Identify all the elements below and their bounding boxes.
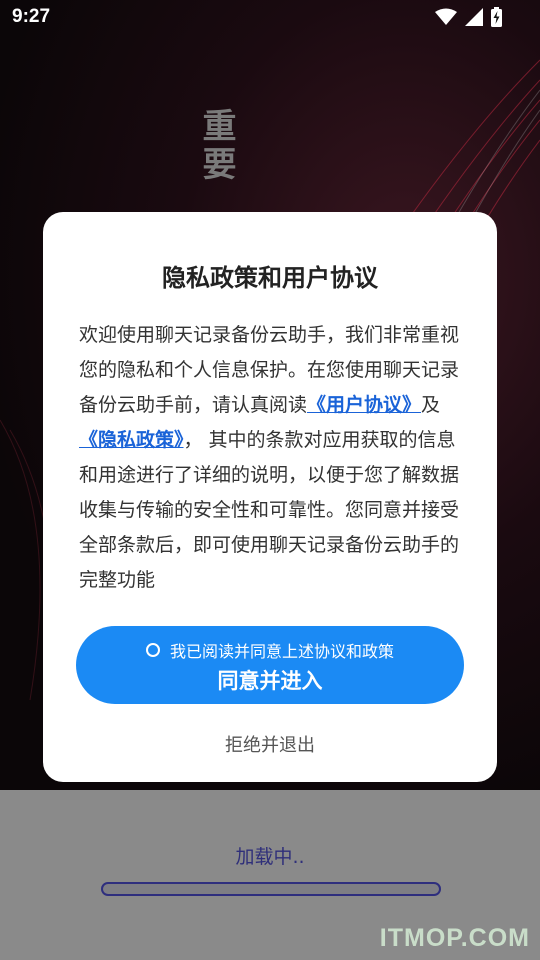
- privacy-policy-link[interactable]: 《隐私政策》: [79, 429, 184, 451]
- body-text-details: ， 其中的条款对应用获取的信息和用途进行了详细的说明，以便于您了解数据收集与传输…: [79, 429, 460, 591]
- status-time: 9:27: [12, 6, 51, 27]
- dialog-body: 欢迎使用聊天记录备份云助手，我们非常重视您的隐私和个人信息保护。在您使用聊天记录…: [79, 318, 463, 598]
- loading-progress-bar: [101, 882, 441, 896]
- privacy-dialog: 隐私政策和用户协议 欢迎使用聊天记录备份云助手，我们非常重视您的隐私和个人信息保…: [43, 212, 497, 782]
- reject-and-exit-button[interactable]: 拒绝并退出: [43, 731, 497, 757]
- loading-text: 加载中..: [235, 846, 305, 868]
- dialog-title: 隐私政策和用户协议: [162, 264, 378, 292]
- cellular-signal-icon: [465, 8, 483, 26]
- consent-checkbox-row[interactable]: 我已阅读并同意上述协议和政策: [76, 638, 464, 662]
- loading-panel: 加载中.. ITMOP.COM: [0, 790, 540, 960]
- background-heading: 重要: [196, 108, 236, 184]
- battery-charging-icon: [491, 7, 502, 27]
- wifi-icon: [435, 8, 457, 25]
- status-icons: [435, 7, 502, 27]
- agree-button-label: 同意并进入: [217, 669, 323, 693]
- status-bar: 9:27: [0, 0, 540, 36]
- agree-and-enter-button[interactable]: 我已阅读并同意上述协议和政策 同意并进入: [76, 626, 464, 704]
- watermark-text: ITMOP.COM: [379, 924, 530, 952]
- consent-label: 我已阅读并同意上述协议和政策: [169, 642, 394, 661]
- user-agreement-link[interactable]: 《用户协议》: [307, 394, 421, 416]
- consent-radio-button[interactable]: [145, 643, 160, 657]
- body-text-and: 及: [421, 394, 441, 416]
